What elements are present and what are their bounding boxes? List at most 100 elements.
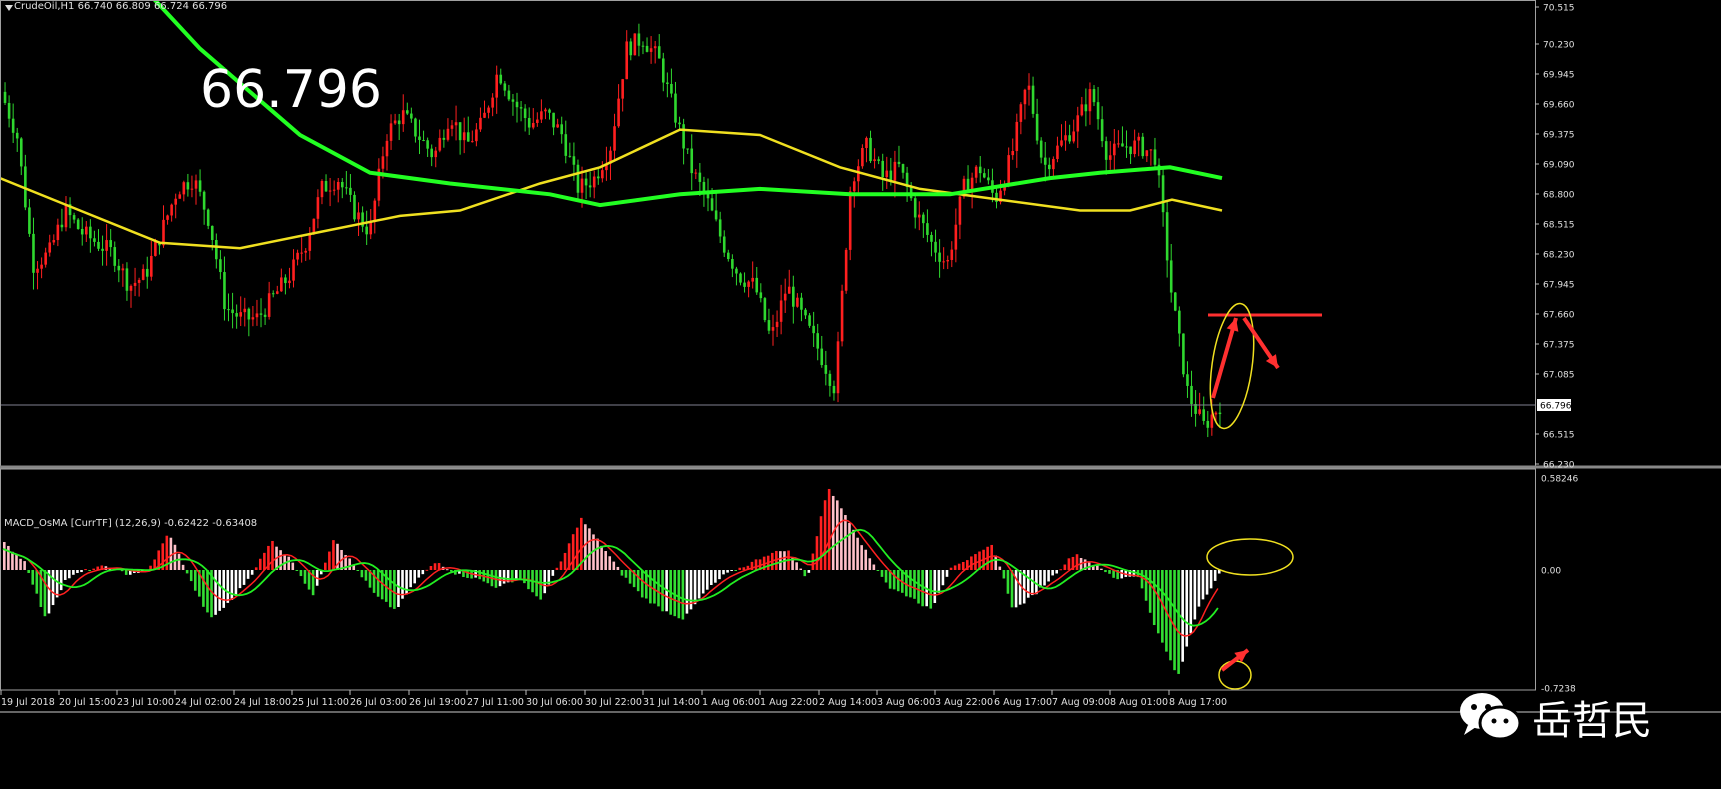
candle-body xyxy=(1060,140,1063,146)
macd-bar xyxy=(1063,564,1067,570)
candle-body xyxy=(1088,89,1092,112)
candle-body xyxy=(633,33,637,56)
candle-body xyxy=(751,277,754,282)
macd-bar xyxy=(202,570,205,607)
candle-body xyxy=(145,268,149,277)
candle-body xyxy=(186,182,190,190)
macd-bar xyxy=(555,567,559,570)
time-tick-label: 23 Jul 10:00 xyxy=(117,697,174,708)
macd-bar xyxy=(519,570,522,580)
candle-body xyxy=(28,207,31,234)
time-tick-label: 8 Aug 17:00 xyxy=(1169,697,1227,708)
candle-body xyxy=(357,212,360,220)
price-tick-label: 67.660 xyxy=(1543,311,1575,321)
macd-bar xyxy=(51,570,55,606)
price-tick-label: 68.230 xyxy=(1543,251,1575,261)
candle-body xyxy=(1084,104,1088,112)
macd-bar xyxy=(1104,570,1107,573)
candle-body xyxy=(1092,89,1096,103)
candle-body xyxy=(869,137,872,162)
macd-bar xyxy=(953,565,957,570)
candle-body xyxy=(767,320,771,331)
macd-bar xyxy=(1177,570,1180,674)
macd-bar xyxy=(957,563,961,570)
candle-body xyxy=(974,166,978,178)
candle-body xyxy=(296,252,299,260)
macd-bar xyxy=(823,500,827,570)
macd-bar xyxy=(15,554,18,570)
macd-bar xyxy=(844,515,847,570)
macd-bar xyxy=(693,570,697,605)
candle-body xyxy=(564,134,568,156)
candle-body xyxy=(243,308,247,313)
candle-body xyxy=(548,109,551,113)
symbol-label: CrudeOil,H1 xyxy=(14,1,75,12)
candle-body xyxy=(617,98,620,127)
candle-body xyxy=(15,132,19,139)
candle-body xyxy=(483,112,486,118)
macd-bar xyxy=(433,563,437,570)
candle-body xyxy=(312,218,316,234)
macd-bar xyxy=(242,570,246,585)
macd-bar xyxy=(502,570,506,584)
macd-bar xyxy=(324,562,327,570)
watermark-text: 岳哲民 xyxy=(1532,698,1652,744)
macd-bar xyxy=(937,570,941,593)
macd-bar xyxy=(543,570,547,594)
candle-body xyxy=(889,170,893,181)
candle-body xyxy=(800,297,803,310)
candle-body xyxy=(958,196,962,225)
candle-body xyxy=(938,252,941,262)
macd-bar xyxy=(234,570,238,596)
macd-bar xyxy=(1002,570,1006,579)
macd-bar xyxy=(173,544,177,570)
candle-body xyxy=(336,181,340,190)
candle-body xyxy=(113,247,117,266)
macd-bar xyxy=(872,564,876,570)
macd-bar xyxy=(1205,570,1209,595)
candle-body xyxy=(771,327,775,331)
macd-bar xyxy=(608,556,612,570)
macd-bar xyxy=(714,570,717,583)
macd-bar xyxy=(575,527,579,570)
macd-bar xyxy=(120,570,124,572)
macd-bar xyxy=(827,488,831,570)
price-tick-label: 69.945 xyxy=(1543,71,1575,81)
candle-body xyxy=(950,249,954,260)
candle-body xyxy=(592,176,596,188)
candle-body xyxy=(235,313,238,317)
macd-bar xyxy=(59,570,63,591)
price-tick-label: 68.515 xyxy=(1543,221,1575,231)
macd-bar xyxy=(263,552,266,570)
candle-body xyxy=(946,259,950,262)
macd-bar xyxy=(994,555,998,570)
annotations xyxy=(1208,302,1322,430)
candle-body xyxy=(422,139,425,141)
candle-body xyxy=(601,170,604,179)
time-tick-label: 31 Jul 14:00 xyxy=(643,697,700,708)
time-tick-label: 20 Jul 15:00 xyxy=(59,697,116,708)
candle-body xyxy=(544,109,547,112)
macd-bar xyxy=(23,561,26,570)
macd-bar xyxy=(604,551,607,570)
candle-body xyxy=(698,172,702,182)
candle-body xyxy=(926,223,929,235)
candle-body xyxy=(340,181,344,188)
macd-bar xyxy=(1010,570,1014,608)
macd-bar xyxy=(55,570,59,598)
candle-body xyxy=(52,240,56,243)
macd-bar xyxy=(63,570,67,580)
candle-body xyxy=(438,137,442,151)
macd-bar xyxy=(348,558,351,570)
macd-bar xyxy=(697,570,701,599)
macd-bar xyxy=(819,516,823,570)
macd-bar xyxy=(998,566,1002,570)
candle-body xyxy=(109,240,112,248)
candle-body xyxy=(507,90,511,100)
candle-body xyxy=(1007,155,1010,185)
candle-body xyxy=(84,226,88,235)
symbol-dropdown-icon[interactable] xyxy=(5,5,13,11)
candle-body xyxy=(97,241,100,249)
price-tick-label: 69.660 xyxy=(1543,101,1575,111)
candle-body xyxy=(779,300,783,322)
